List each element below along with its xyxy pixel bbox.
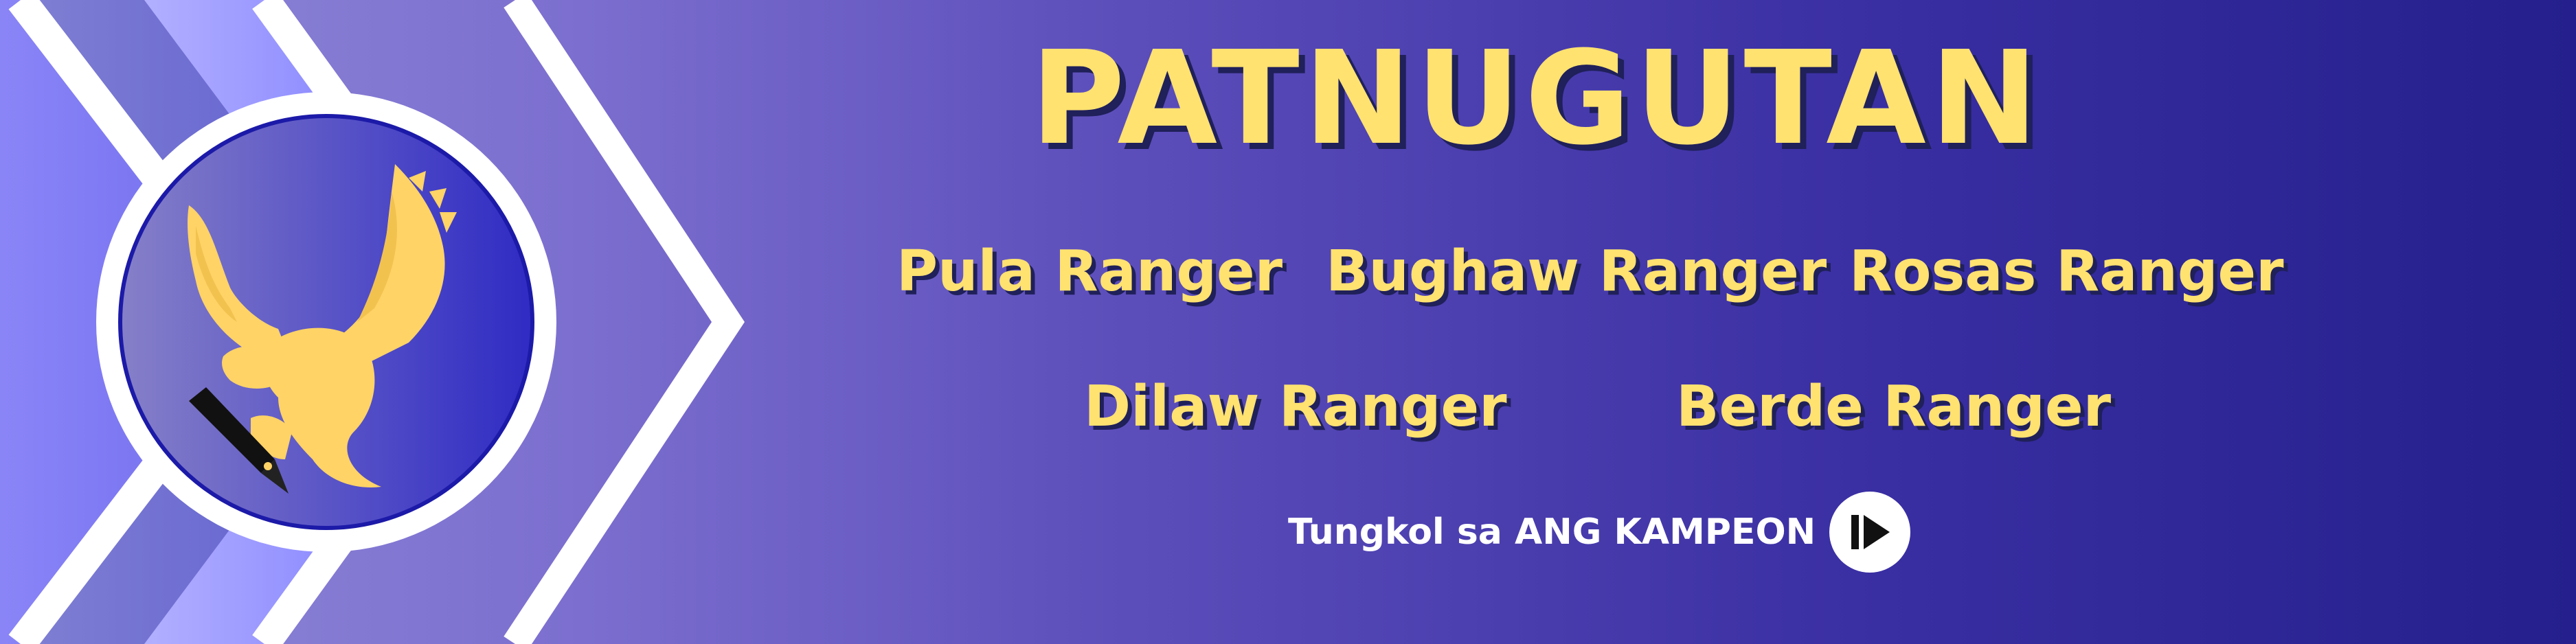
page-title: PATNUGUTAN — [1030, 23, 2043, 174]
ranger-link-berde[interactable]: Berde Ranger — [1676, 379, 2111, 435]
about-link-label: Tungkol sa ANG KAMPEON — [1288, 511, 1816, 553]
play-next-icon[interactable] — [1829, 492, 1911, 573]
ranger-link-pula[interactable]: Pula Ranger — [896, 244, 1283, 300]
about-link[interactable]: Tungkol sa ANG KAMPEON — [1288, 492, 1911, 573]
banner: PATNUGUTAN Pula Ranger Bughaw Ranger Ros… — [0, 0, 2576, 644]
ranger-link-dilaw[interactable]: Dilaw Ranger — [1084, 379, 1507, 435]
eagle-with-pen-icon — [188, 164, 457, 494]
ranger-link-bughaw[interactable]: Bughaw Ranger — [1326, 244, 1827, 300]
ranger-link-rosas[interactable]: Rosas Ranger — [1849, 244, 2284, 300]
